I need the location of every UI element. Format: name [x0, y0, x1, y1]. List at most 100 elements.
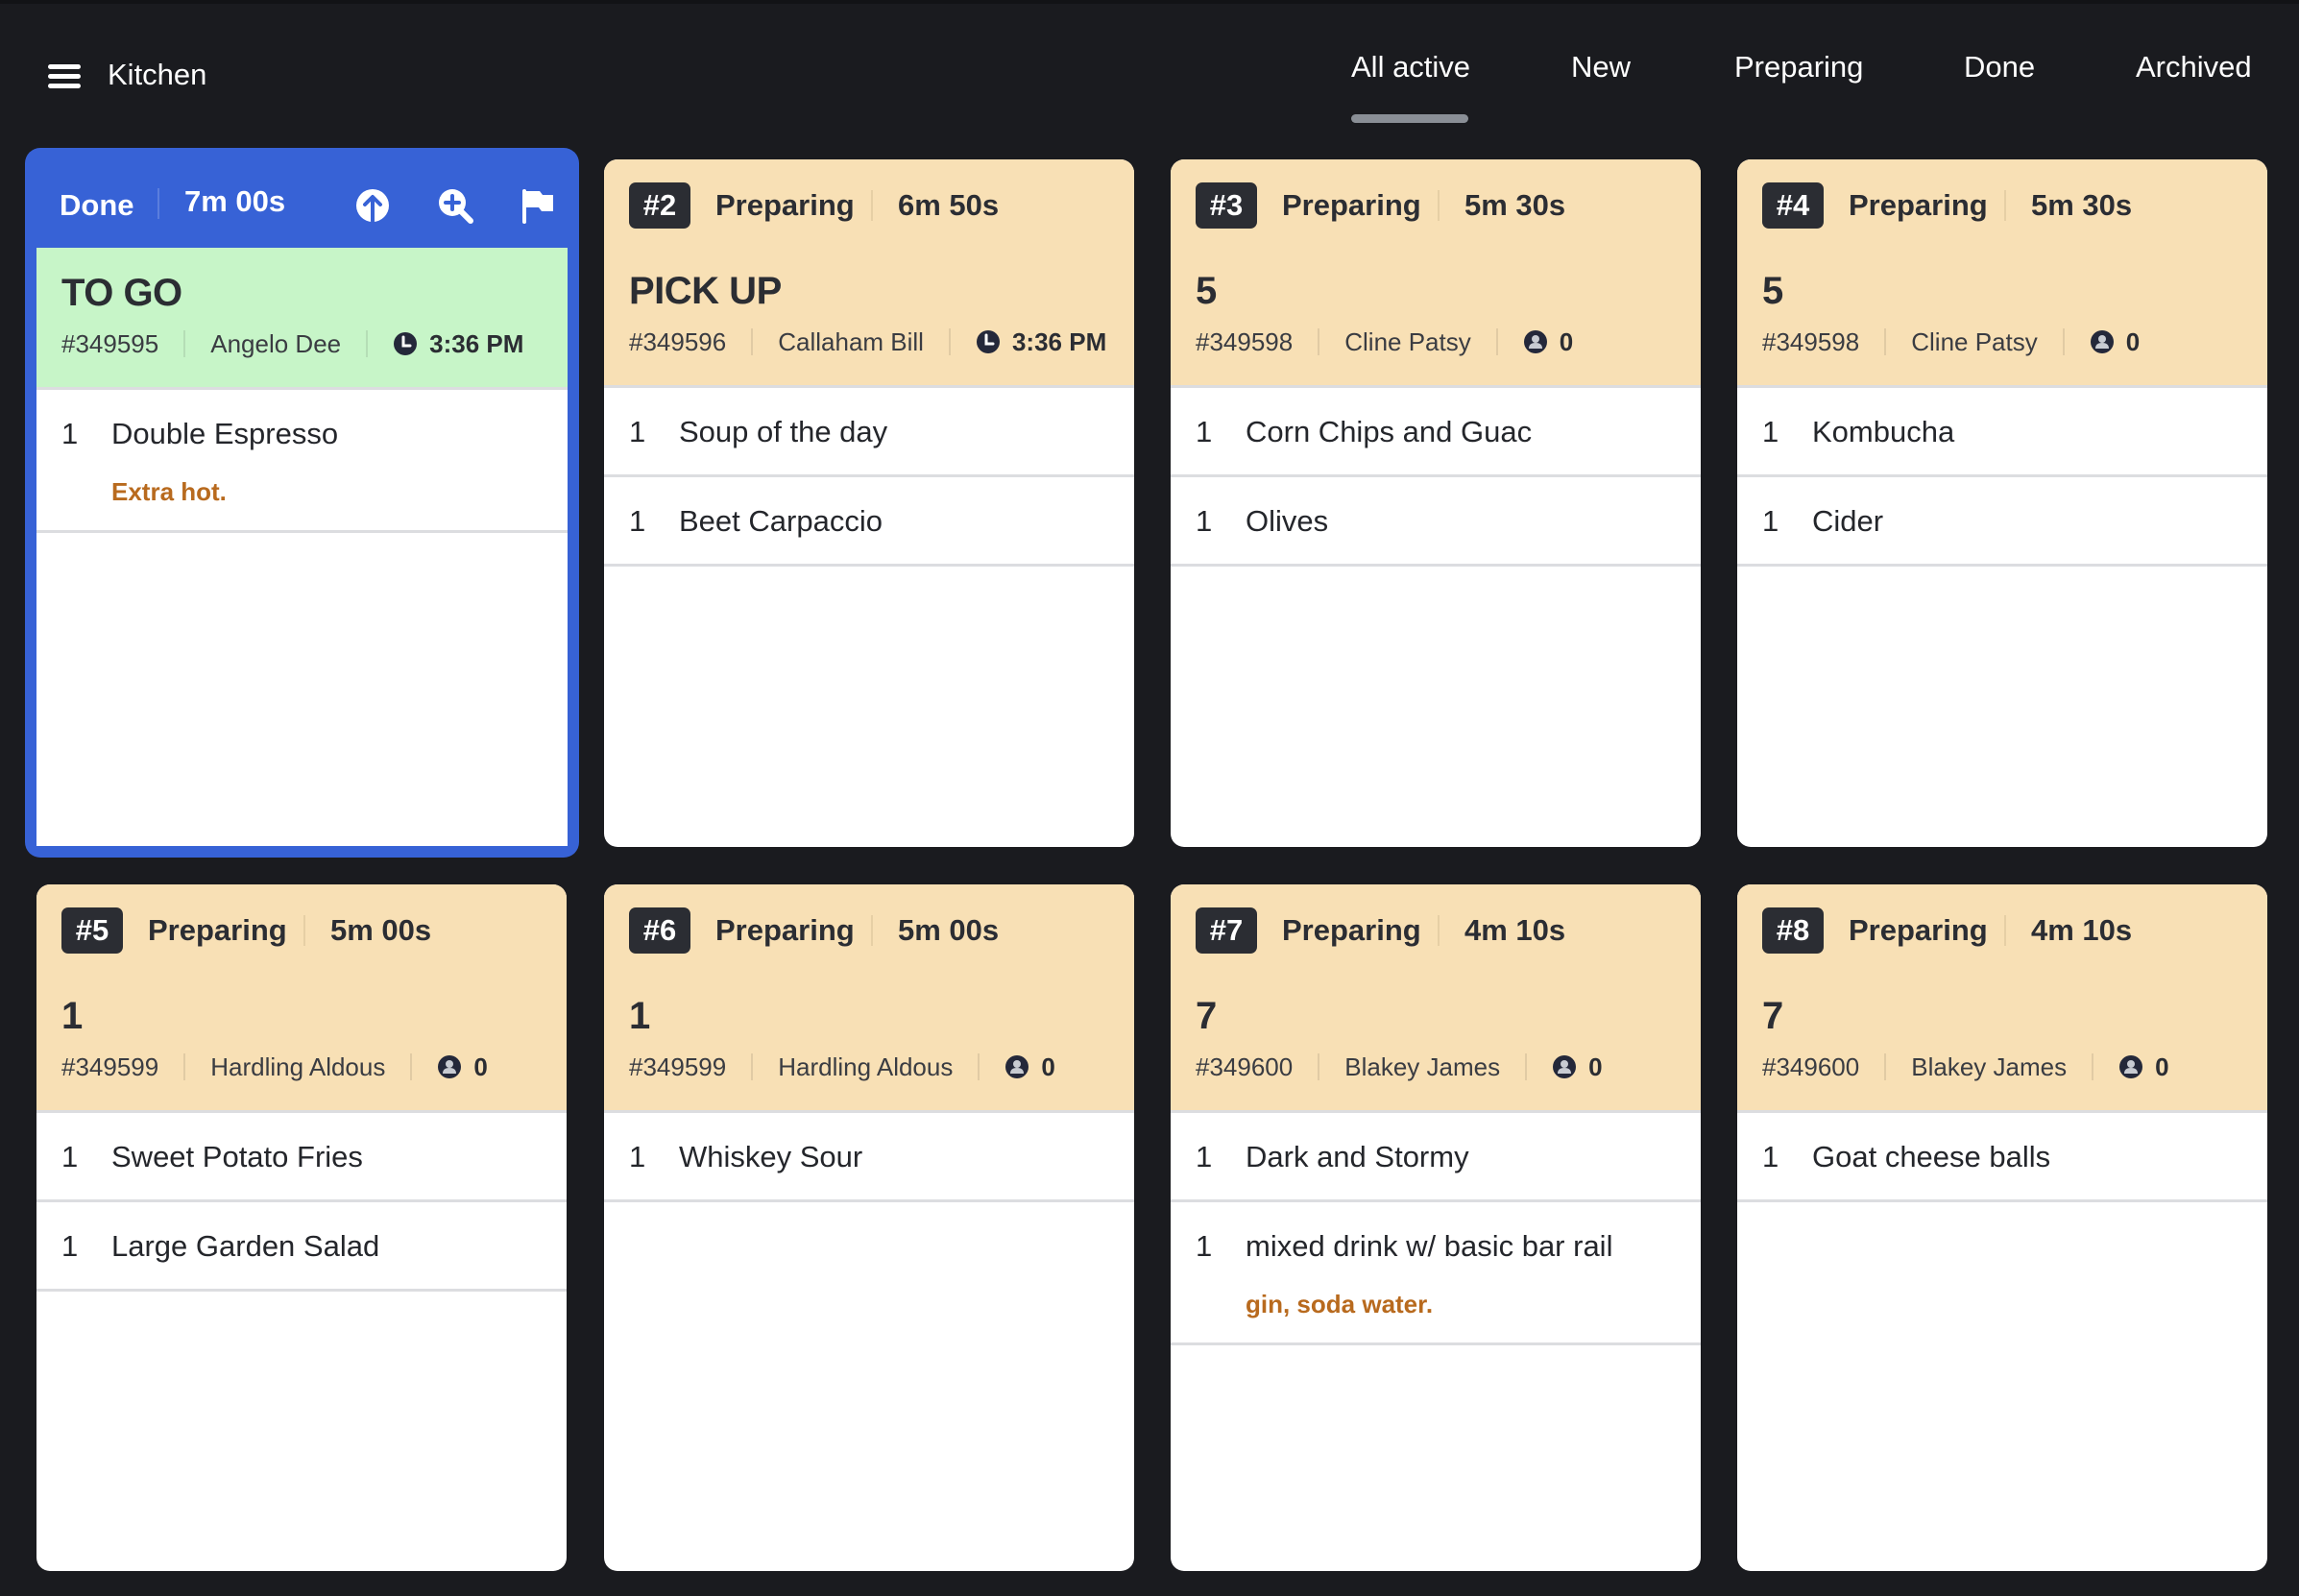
ticket-card[interactable]: #3 Preparing 5m 30s 5 #349598 Cline Pats… [1171, 159, 1701, 847]
item-quantity: 1 [61, 417, 79, 450]
divider [948, 328, 951, 355]
item-quantity: 1 [629, 415, 646, 448]
clock-icon [976, 330, 1000, 353]
divider [2092, 1053, 2094, 1080]
divider [410, 1053, 413, 1080]
line-item[interactable]: 1 Corn Chips and Guac [1171, 388, 1701, 477]
line-item[interactable]: 1 Cider [1737, 477, 2267, 567]
clock-icon [394, 332, 418, 355]
customer-name: Hardling Aldous [778, 1052, 954, 1081]
line-items: 1 Sweet Potato Fries 1 Large Garden Salad [36, 1113, 567, 1292]
arrow-up-circle-icon[interactable] [353, 186, 392, 225]
meta-value: 3:36 PM [1011, 327, 1107, 356]
item-name: Double Espresso [111, 417, 339, 450]
item-name: Whiskey Sour [679, 1140, 863, 1173]
item-name: Cider [1812, 504, 1884, 538]
line-item[interactable]: 1 Sweet Potato Fries [36, 1113, 567, 1202]
divider [1438, 915, 1440, 946]
customer-name: Angelo Dee [210, 329, 342, 358]
ticket-card[interactable]: #2 Preparing 6m 50s PICK UP #349596 Call… [604, 159, 1134, 847]
item-quantity: 1 [1196, 415, 1213, 448]
divider [183, 330, 186, 357]
line-item[interactable]: 1 mixed drink w/ basic bar rail gin, soda … [1171, 1202, 1701, 1345]
line-item[interactable]: 1 Whiskey Sour [604, 1113, 1134, 1202]
divider [183, 1053, 186, 1080]
customer-name: Cline Patsy [1344, 327, 1471, 356]
tab-preparing[interactable]: Preparing [1734, 46, 1863, 88]
guest-icon [1523, 330, 1547, 353]
item-name: Soup of the day [679, 415, 888, 448]
line-items: 1 Kombucha 1 Cider [1737, 388, 2267, 567]
order-number: #349600 [1762, 1052, 1860, 1081]
ticket-card[interactable]: #4 Preparing 5m 30s 5 #349598 Cline Pats… [1737, 159, 2267, 847]
order-number: #349598 [1762, 327, 1860, 356]
guest-icon [2090, 330, 2114, 353]
flag-icon[interactable] [519, 186, 557, 225]
ticket-info: #6 Preparing 5m 00s 1 #349599 Hardling A… [604, 884, 1134, 1113]
item-name: Dark and Stormy [1246, 1140, 1469, 1173]
ticket-card[interactable]: #5 Preparing 5m 00s 1 #349599 Hardling A… [36, 884, 567, 1571]
line-item[interactable]: 1 Goat cheese balls [1737, 1113, 2267, 1202]
divider [303, 915, 305, 946]
line-item[interactable]: 1 Large Garden Salad [36, 1202, 567, 1292]
ticket-card[interactable]: Done 7m 00s TO GO #349595 Angelo Dee 3:3… [25, 148, 579, 858]
meta-value: 0 [1559, 327, 1574, 356]
line-item[interactable]: 1 Beet Carpaccio [604, 477, 1134, 567]
tab-new[interactable]: New [1571, 46, 1631, 88]
tab-archived[interactable]: Archived [2136, 46, 2252, 88]
ticket-number-badge: #6 [629, 907, 690, 954]
divider [366, 330, 369, 357]
status-label: Preparing [715, 913, 855, 947]
tab-all-active[interactable]: All active [1351, 46, 1470, 88]
guest-icon [1005, 1055, 1029, 1078]
ticket-header: #3 Preparing 5m 30s [1171, 159, 1701, 246]
divider [2004, 190, 2006, 221]
ticket-card[interactable]: #8 Preparing 4m 10s 7 #349600 Blakey Jam… [1737, 884, 2267, 1571]
line-items: 1 Soup of the day 1 Beet Carpaccio [604, 388, 1134, 567]
order-number: #349595 [61, 329, 159, 358]
tab-done[interactable]: Done [1964, 46, 2035, 88]
ticket-title: 5 [1762, 270, 1783, 312]
meta-value: 0 [2125, 327, 2141, 356]
app-header: Kitchen All active New Preparing Done Ar… [0, 0, 2299, 134]
meta-value: 0 [473, 1052, 488, 1081]
elapsed-time: 5m 30s [1464, 188, 1566, 222]
ticket-card[interactable]: #6 Preparing 5m 00s 1 #349599 Hardling A… [604, 884, 1134, 1571]
divider [978, 1053, 980, 1080]
ticket-meta: #349599 Hardling Aldous 0 [61, 1050, 547, 1084]
guest-icon [438, 1055, 462, 1078]
meta-value: 0 [1041, 1052, 1055, 1081]
line-item[interactable]: 1 Olives [1171, 477, 1701, 567]
elapsed-time: 5m 30s [2031, 188, 2133, 222]
elapsed-time: 4m 10s [1464, 913, 1566, 947]
divider [1495, 328, 1498, 355]
line-items: 1 Goat cheese balls [1737, 1113, 2267, 1202]
item-name: mixed drink w/ basic bar rail [1246, 1229, 1613, 1263]
divider [1884, 1053, 1887, 1080]
status-label: Preparing [148, 913, 287, 947]
item-name: Beet Carpaccio [679, 504, 883, 538]
divider [871, 190, 873, 221]
line-item[interactable]: 1 Kombucha [1737, 388, 2267, 477]
divider [1318, 1053, 1320, 1080]
ticket-meta: #349600 Blakey James 0 [1196, 1050, 1682, 1084]
line-item[interactable]: 1 Soup of the day [604, 388, 1134, 477]
item-quantity: 1 [61, 1140, 79, 1173]
ticket-card[interactable]: #7 Preparing 4m 10s 7 #349600 Blakey Jam… [1171, 884, 1701, 1571]
line-item[interactable]: 1 Dark and Stormy [1171, 1113, 1701, 1202]
ticket-title: 5 [1196, 270, 1217, 312]
guest-icon [2119, 1055, 2143, 1078]
line-item[interactable]: 1 Double Espresso Extra hot. [36, 390, 568, 533]
ticket-number-badge: #8 [1762, 907, 1824, 954]
item-name: Kombucha [1812, 415, 1955, 448]
ticket-meta: #349596 Callaham Bill 3:36 PM [629, 325, 1115, 359]
zoom-in-icon[interactable] [436, 186, 474, 225]
customer-name: Blakey James [1911, 1052, 2068, 1081]
hamburger-menu-icon[interactable] [48, 61, 83, 90]
order-number: #349599 [61, 1052, 159, 1081]
ticket-info: #3 Preparing 5m 30s 5 #349598 Cline Pats… [1171, 159, 1701, 388]
divider [751, 1053, 754, 1080]
status-label: Preparing [715, 188, 855, 222]
item-name: Large Garden Salad [111, 1229, 380, 1263]
ticket-title: 1 [61, 995, 83, 1037]
